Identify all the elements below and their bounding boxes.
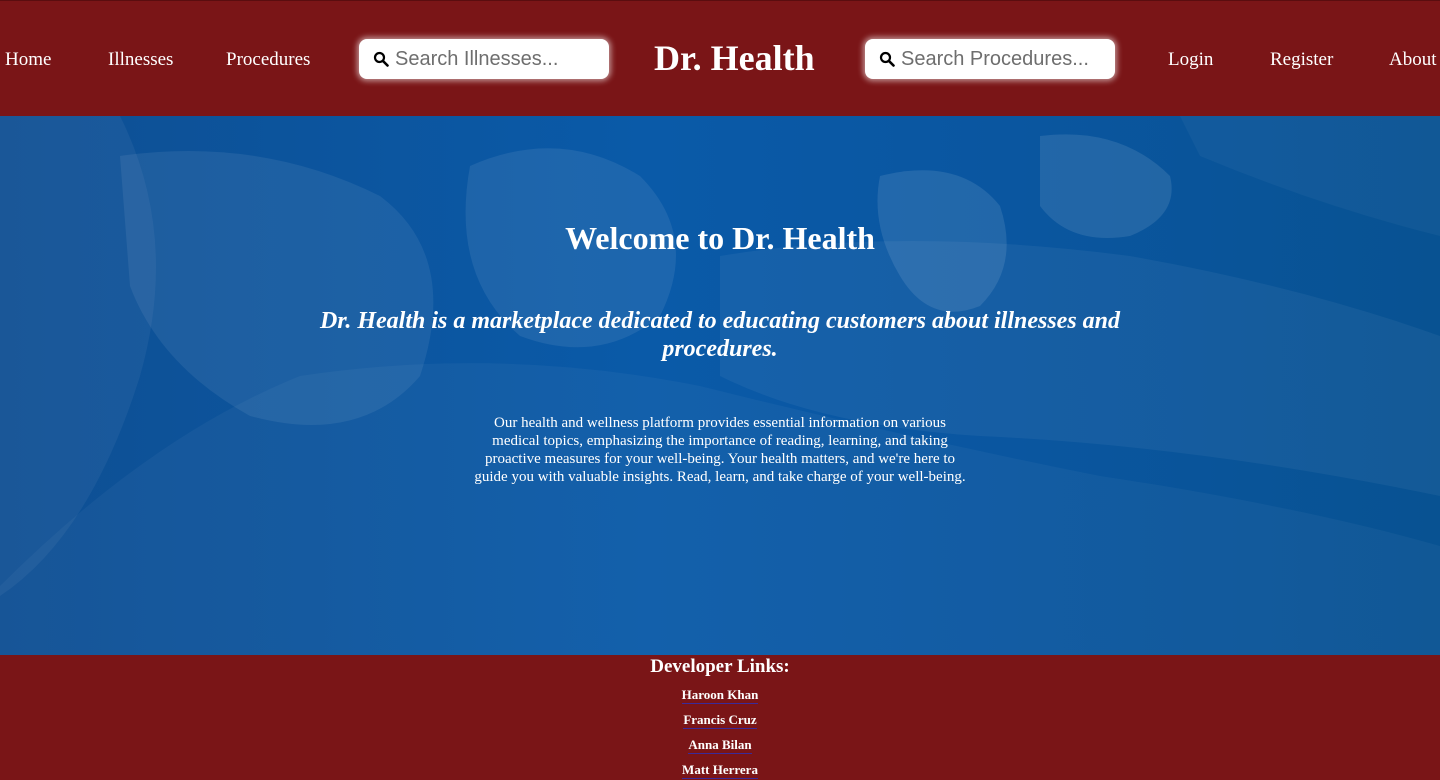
hero-description: Our health and wellness platform provide… xyxy=(474,415,966,485)
search-illnesses-box xyxy=(359,39,609,79)
top-navbar: Home Illnesses Procedures Dr. Health Log… xyxy=(0,0,1440,116)
nav-login-link[interactable]: Login xyxy=(1168,49,1213,71)
hero-content: Welcome to Dr. Health Dr. Health is a ma… xyxy=(0,116,1440,655)
nav-home-link[interactable]: Home xyxy=(5,49,51,71)
brand-logo-text[interactable]: Dr. Health xyxy=(654,37,815,79)
developer-link-text[interactable]: Matt Herrera xyxy=(682,762,758,779)
developer-link-text[interactable]: Anna Bilan xyxy=(688,737,752,754)
search-procedures-input[interactable] xyxy=(901,47,1111,71)
developer-link-text[interactable]: Haroon Khan xyxy=(681,687,759,704)
footer: Developer Links: Haroon Khan Francis Cru… xyxy=(0,655,1440,780)
hero-section: Welcome to Dr. Health Dr. Health is a ma… xyxy=(0,116,1440,655)
search-procedures-box xyxy=(865,39,1115,79)
hero-title: Welcome to Dr. Health xyxy=(565,220,875,256)
search-icon xyxy=(373,51,389,67)
developer-link: Matt Herrera xyxy=(0,762,1440,779)
footer-title: Developer Links: xyxy=(650,656,790,677)
nav-register-link[interactable]: Register xyxy=(1270,49,1333,71)
developer-link: Haroon Khan xyxy=(0,687,1440,704)
nav-procedures-link[interactable]: Procedures xyxy=(226,49,310,71)
search-illnesses-input[interactable] xyxy=(395,47,605,71)
developer-link: Francis Cruz xyxy=(0,712,1440,729)
developer-link-text[interactable]: Francis Cruz xyxy=(683,712,757,729)
nav-illnesses-link[interactable]: Illnesses xyxy=(108,49,173,71)
hero-subtitle: Dr. Health is a marketplace dedicated to… xyxy=(320,308,1121,362)
developer-link: Anna Bilan xyxy=(0,737,1440,754)
search-icon xyxy=(879,51,895,67)
nav-about-link[interactable]: About xyxy=(1389,49,1437,71)
